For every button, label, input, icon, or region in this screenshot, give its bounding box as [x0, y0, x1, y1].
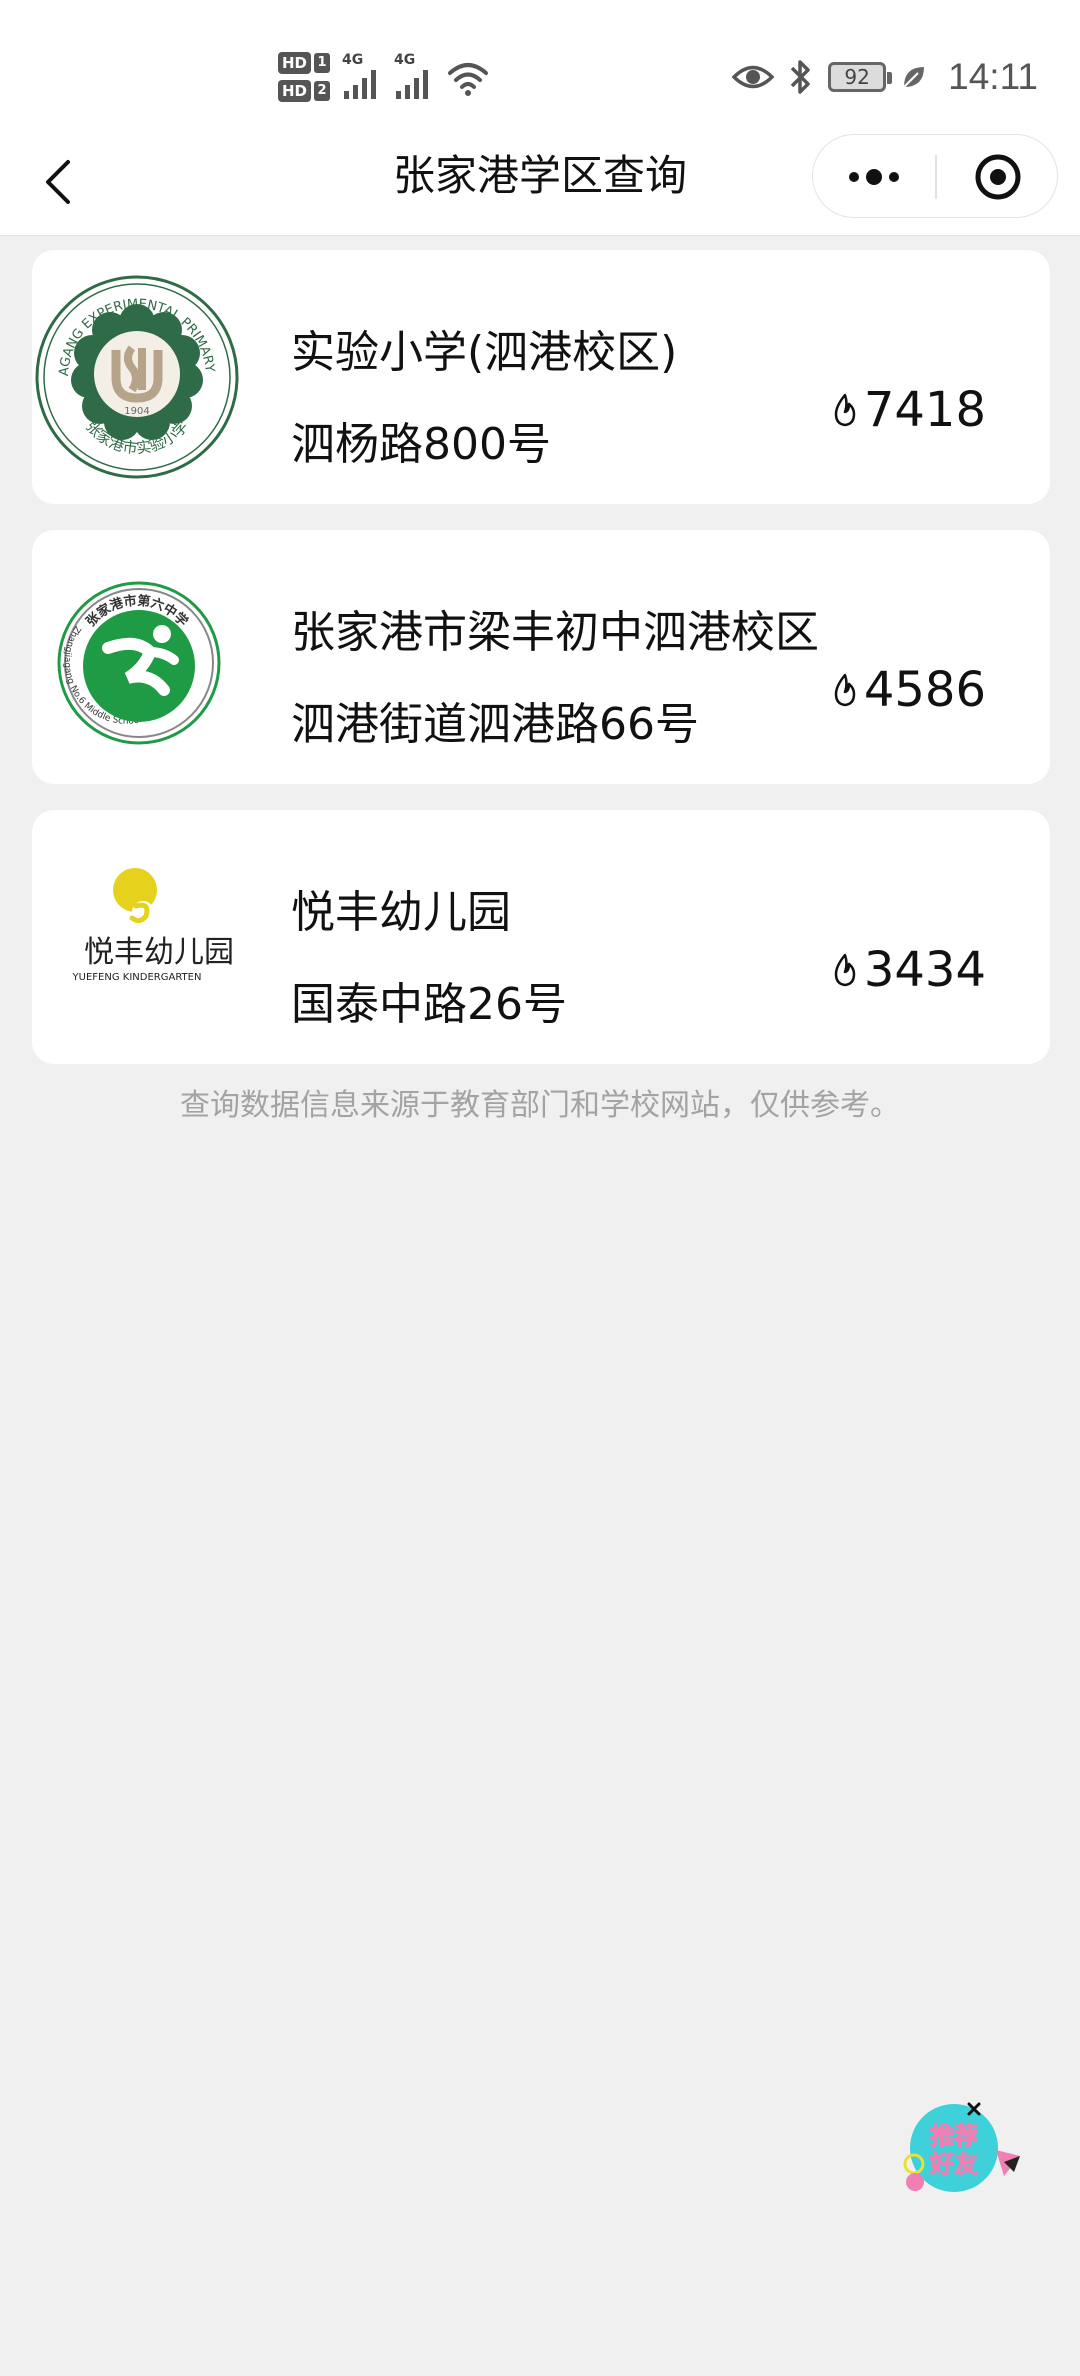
close-miniprogram-button[interactable]: [937, 135, 1059, 219]
eye-icon: [732, 65, 775, 89]
school-logo-yuefeng-kindergarten: 悦丰幼儿园 YUEFENG KINDERGARTEN: [32, 810, 242, 1064]
chevron-left-icon: [46, 160, 70, 204]
sim2-number: 2: [314, 81, 331, 101]
school-card[interactable]: 张家港市第六中学 Zhangjiagang No.6 Middle School…: [32, 530, 1050, 784]
status-right: 92 14:11: [732, 50, 1038, 104]
miniprogram-capsule: [812, 134, 1058, 218]
sim2-indicator: HD 2: [278, 80, 331, 102]
wifi-icon: [448, 63, 489, 96]
sim2-hd-label: HD: [278, 80, 312, 102]
school-name: 张家港市梁丰初中泗港校区: [291, 607, 819, 658]
status-time: 14:11: [948, 56, 1038, 97]
school-address: 国泰中路26号: [291, 979, 567, 1030]
school-logo-experimental-primary: ZHANGJIAGANG EXPERIMENTAL PRIMARY SCHOOL…: [27, 239, 242, 504]
school-address: 泗港街道泗港路66号: [291, 699, 699, 750]
view-count-value: 7418: [863, 382, 986, 438]
more-button[interactable]: [813, 135, 935, 219]
view-count-value: 3434: [863, 942, 986, 998]
sim1-indicator: HD 1: [278, 52, 331, 74]
view-count: 4586: [830, 662, 986, 718]
float-label-line1: 推荐: [930, 2122, 978, 2150]
view-count-value: 4586: [863, 662, 986, 718]
fire-icon: [834, 953, 856, 987]
logo-year: 1904: [124, 406, 149, 417]
battery-indicator: 92: [828, 62, 893, 92]
school-card[interactable]: ZHANGJIAGANG EXPERIMENTAL PRIMARY SCHOOL…: [27, 239, 1050, 504]
network-type-1: 4G: [342, 52, 364, 68]
view-count: 3434: [830, 942, 986, 998]
fire-icon: [834, 393, 856, 427]
float-label-line2: 好友: [929, 2150, 978, 2178]
leaf-icon: [903, 67, 925, 88]
school-logo-no6-middle: 张家港市第六中学 Zhangjiagang No.6 Middle School: [32, 530, 242, 784]
sim1-hd-label: HD: [278, 52, 312, 74]
data-source-disclaimer: 查询数据信息来源于教育部门和学校网站，仅供参考。: [180, 1088, 900, 1123]
navigation-bar: 张家港学区查询: [0, 126, 1080, 236]
fire-icon: [834, 673, 856, 707]
signal-bars-2-icon: [396, 70, 429, 99]
signal-bars-1-icon: [344, 70, 377, 99]
view-count: 7418: [830, 382, 986, 438]
logo3-cn-text: 悦丰幼儿园: [84, 935, 234, 970]
sim1-number: 1: [314, 53, 331, 73]
school-card[interactable]: 悦丰幼儿园 YUEFENG KINDERGARTEN 悦丰幼儿园 国泰中路26号…: [32, 810, 1050, 1064]
target-close-icon: [975, 154, 1021, 200]
school-name: 悦丰幼儿园: [291, 887, 511, 938]
back-button[interactable]: [38, 150, 78, 210]
signal-2: 4G: [394, 53, 434, 101]
school-name: 实验小学(泗港校区): [291, 327, 678, 378]
school-address: 泗杨路800号: [291, 419, 551, 470]
more-dots-icon: [849, 169, 899, 185]
bluetooth-icon: [790, 60, 810, 94]
sim-indicators: HD 1 HD 2: [278, 52, 331, 102]
status-left: HD 1 HD 2 4G 4G: [278, 44, 490, 110]
recommend-friends-float-button[interactable]: 推荐 好友: [896, 2086, 1026, 2196]
signal-1: 4G: [342, 53, 382, 101]
network-type-2: 4G: [394, 52, 416, 68]
logo3-en-text: YUEFENG KINDERGARTEN: [72, 972, 202, 983]
